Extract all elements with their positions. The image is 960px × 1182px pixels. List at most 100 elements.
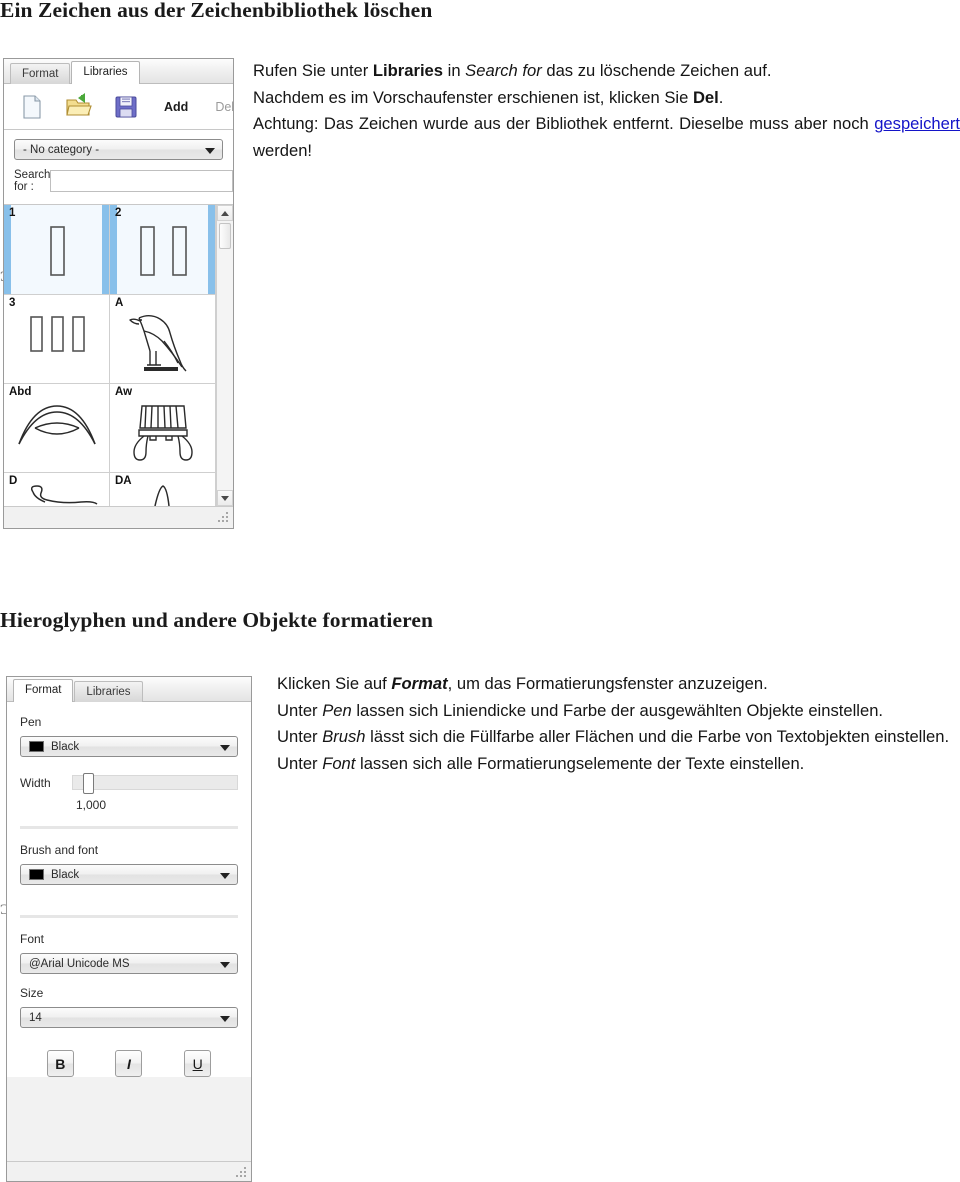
- glyph-cell[interactable]: Aw: [110, 384, 216, 473]
- glyph-art-two-strokes: [110, 205, 215, 294]
- scrollbar-thumb[interactable]: [219, 223, 231, 249]
- text-run: lassen sich alle Formatierungselemente d…: [355, 753, 805, 773]
- glyph-cell[interactable]: Abd: [4, 384, 110, 473]
- text-run-bold: Libraries: [372, 61, 444, 80]
- text-run: .: [718, 87, 724, 107]
- libraries-panel-tabstrip: Format Libraries: [4, 59, 233, 84]
- scroll-up-arrow-icon[interactable]: [217, 205, 233, 221]
- gespeichert-link[interactable]: gespeichert: [874, 114, 960, 133]
- tab-libraries-label: Libraries: [86, 686, 131, 698]
- size-combobox[interactable]: 14: [20, 1007, 238, 1028]
- add-button[interactable]: Add: [164, 100, 188, 114]
- format-panel-tabstrip: Format Libraries: [7, 677, 251, 702]
- category-combobox[interactable]: - No category -: [14, 139, 223, 160]
- glyph-cell[interactable]: D: [4, 473, 110, 507]
- chevron-down-icon: [220, 961, 230, 968]
- tab-format[interactable]: Format: [10, 63, 71, 84]
- font-value: @Arial Unicode MS: [29, 957, 130, 970]
- paragraph-line-3: Unter Brush lässt sich die Füllfarbe all…: [277, 724, 960, 751]
- open-folder-glyph: [66, 92, 92, 116]
- section-divider: [20, 915, 238, 918]
- chevron-down-icon: [220, 872, 230, 879]
- tab-format-label: Format: [25, 684, 62, 696]
- search-input[interactable]: [50, 170, 234, 192]
- chevron-down-icon: [220, 1015, 230, 1022]
- section-1-heading: Ein Zeichen aus der Zeichenbibliothek lö…: [0, 0, 433, 22]
- size-value: 14: [29, 1011, 42, 1024]
- glyph-cell[interactable]: A: [110, 295, 216, 384]
- tab-format-label: Format: [22, 68, 59, 80]
- new-document-glyph: [23, 94, 41, 119]
- glyph-cell-caption: D: [9, 475, 18, 487]
- paragraph-line-1: Rufen Sie unter Libraries in Search for …: [253, 58, 960, 85]
- new-document-icon[interactable]: [17, 92, 47, 122]
- tab-format[interactable]: Format: [13, 679, 74, 702]
- format-panel-statusbar: [7, 1161, 251, 1181]
- glyph-cell-caption: Abd: [9, 386, 32, 398]
- glyph-grid-scrollbar[interactable]: [216, 205, 233, 506]
- glyph-grid-area: 1 2 3 A Abd Aw D DA: [4, 205, 233, 507]
- scroll-down-arrow-icon[interactable]: [217, 490, 233, 506]
- chevron-down-icon: [220, 744, 230, 751]
- save-floppy-icon[interactable]: [111, 92, 141, 122]
- brush-and-font-label: Brush and font: [20, 843, 99, 857]
- tab-libraries-label: Libraries: [83, 66, 128, 78]
- section-1-paragraph: Rufen Sie unter Libraries in Search for …: [253, 58, 960, 164]
- glyph-cell-caption: 2: [115, 207, 122, 219]
- glyph-cell[interactable]: DA: [110, 473, 216, 507]
- glyph-cell[interactable]: 2: [110, 205, 216, 295]
- glyph-cell-caption: DA: [115, 475, 132, 487]
- text-run-bold-italic: Format: [391, 674, 448, 693]
- brush-color-combobox[interactable]: Black: [20, 864, 238, 885]
- text-run: Rufen Sie unter: [253, 61, 373, 80]
- glyph-cell[interactable]: 1: [4, 205, 110, 295]
- section-2-paragraph: Klicken Sie auf Format, um das Formatier…: [277, 671, 960, 777]
- pen-label: Pen: [20, 715, 42, 729]
- width-label: Width: [20, 775, 51, 790]
- text-run: Achtung: Das Zeichen wurde aus der Bibli…: [253, 114, 875, 133]
- pen-color-swatch: [29, 741, 44, 752]
- text-run-bold: Del: [692, 87, 719, 107]
- glyph-cell-caption: 3: [9, 297, 16, 309]
- italic-button[interactable]: I: [115, 1050, 143, 1077]
- category-combobox-value: - No category -: [23, 143, 100, 156]
- glyph-cell-caption: 1: [9, 207, 16, 219]
- tab-libraries[interactable]: Libraries: [74, 681, 143, 702]
- font-combobox[interactable]: @Arial Unicode MS: [20, 953, 238, 974]
- paragraph-line-2: Nachdem es im Vorschaufenster erschienen…: [253, 85, 960, 112]
- width-slider-knob[interactable]: [83, 773, 94, 794]
- glyph-cell[interactable]: 3: [4, 295, 110, 384]
- tab-libraries[interactable]: Libraries: [71, 61, 140, 84]
- text-style-button-row: B I U: [20, 1042, 238, 1077]
- library-search-area: - No category - Search for :: [4, 130, 234, 205]
- font-label: Font: [20, 932, 45, 946]
- resize-grip-icon[interactable]: [218, 512, 230, 524]
- paragraph-line-3: Achtung: Das Zeichen wurde aus der Bibli…: [253, 111, 960, 164]
- text-run: Unter: [277, 727, 323, 746]
- text-run-italic: Pen: [322, 700, 352, 720]
- pen-color-value: Black: [51, 740, 80, 753]
- text-run-italic: Font: [322, 753, 356, 773]
- glyph-cell-caption: A: [115, 297, 124, 309]
- resize-grip-icon[interactable]: [236, 1167, 248, 1179]
- glyph-art-serpent: [4, 473, 109, 506]
- text-run-italic: Search for: [465, 61, 542, 80]
- text-run: , um das Formatierungsfenster anzuzeigen…: [447, 674, 768, 693]
- del-button[interactable]: Del: [215, 100, 234, 114]
- open-folder-icon[interactable]: [64, 92, 94, 122]
- text-run: das zu löschende Zeichen auf.: [541, 61, 772, 80]
- format-panel-body: Pen Black Width 1,000 Brush and font Bla…: [7, 702, 251, 1077]
- text-run: lässt sich die Füllfarbe aller Flächen u…: [365, 727, 950, 746]
- brush-color-value: Black: [51, 868, 80, 881]
- underline-button[interactable]: U: [184, 1050, 212, 1077]
- glyph-art-three-strokes: [4, 295, 109, 383]
- text-run-italic: Brush: [322, 727, 366, 746]
- width-row: Width: [20, 773, 238, 794]
- width-slider[interactable]: [72, 773, 238, 794]
- libraries-toolbar: Add Del: [4, 84, 234, 130]
- paragraph-line-2: Unter Pen lassen sich Liniendicke und Fa…: [277, 698, 960, 725]
- text-run: Unter: [277, 753, 323, 773]
- pen-color-combobox[interactable]: Black: [20, 736, 238, 757]
- bold-button[interactable]: B: [46, 1050, 74, 1077]
- text-run: in: [443, 61, 466, 80]
